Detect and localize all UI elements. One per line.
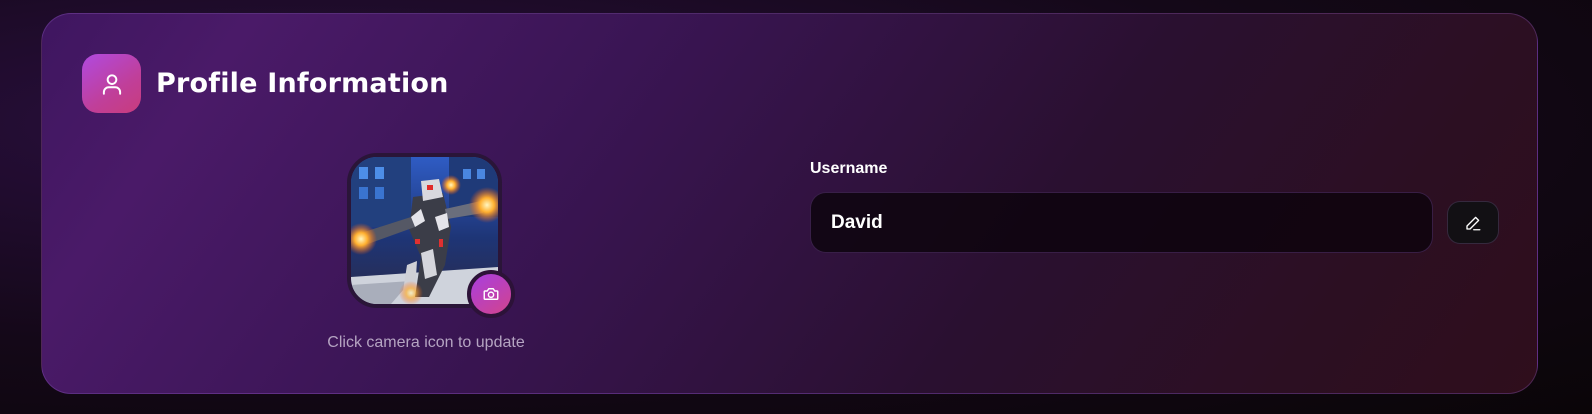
pencil-icon <box>1464 214 1482 232</box>
user-icon <box>82 54 141 113</box>
profile-card: Profile Information Click camera icon to… <box>41 13 1538 394</box>
username-label: Username <box>810 160 888 177</box>
edit-username-button[interactable] <box>1447 201 1499 244</box>
card-title: Profile Information <box>156 68 449 99</box>
card-header: Profile Information <box>82 54 449 113</box>
avatar-container <box>347 153 515 318</box>
change-avatar-button[interactable] <box>467 270 515 318</box>
camera-icon <box>482 285 500 303</box>
username-input[interactable] <box>810 192 1433 253</box>
avatar-hint: Click camera icon to update <box>327 334 525 351</box>
